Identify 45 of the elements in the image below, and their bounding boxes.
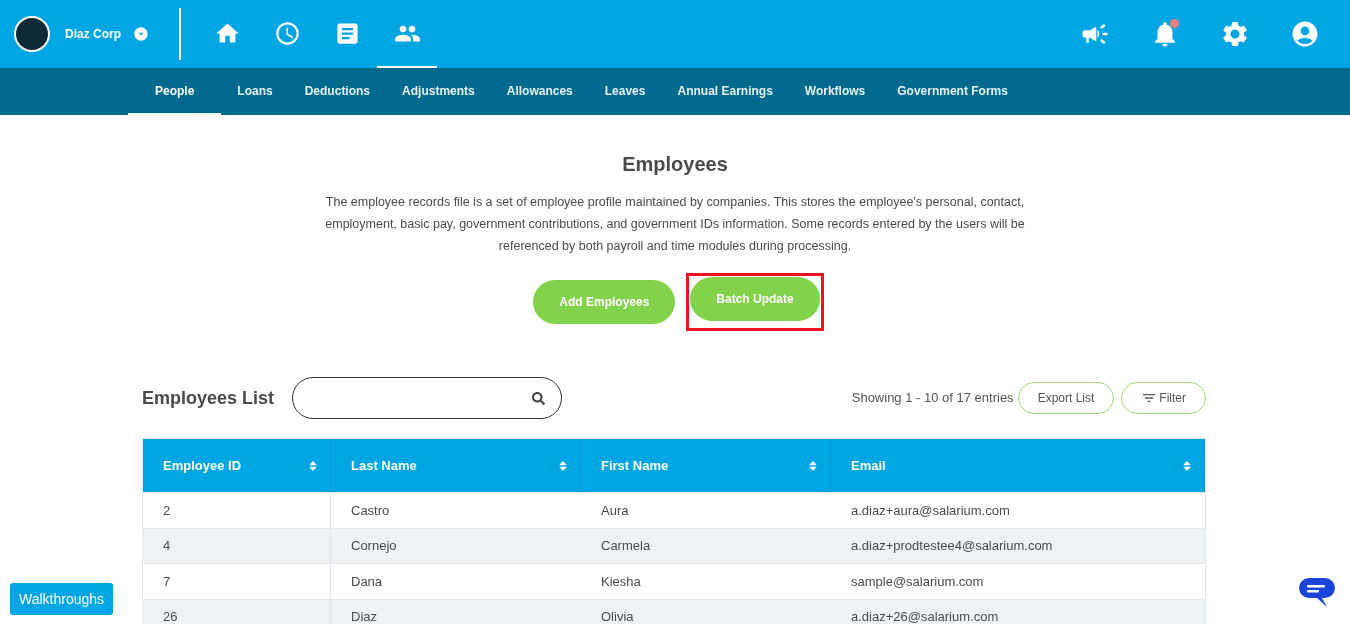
table-cell-text: Dana: [351, 572, 383, 591]
table-cell-text: Kiesha: [601, 572, 641, 591]
page-title: Employees: [622, 152, 728, 177]
sort-icon: [1182, 459, 1192, 472]
nav-tab[interactable]: Allowances: [490, 68, 589, 115]
settings-icon: [1220, 19, 1250, 49]
nav-tab[interactable]: People: [128, 68, 222, 115]
table-cell-text: Cornejo: [351, 537, 397, 555]
sort-icon: [558, 459, 568, 472]
list-title: Employees List: [142, 386, 275, 410]
table-cell-text: 26: [163, 608, 178, 624]
table-cell-text: 7: [163, 572, 171, 591]
table-cell-text: Diaz: [351, 608, 377, 624]
clock-icon: [273, 19, 301, 47]
table-cell-text: 4: [163, 537, 171, 555]
table-cell-text: Castro: [351, 501, 390, 520]
table-cell-text: Carmela: [601, 537, 651, 555]
entries-count: Showing 1 - 10 of 17 entries: [851, 389, 1014, 408]
table-cell-text: a.diaz+prodtestee4@salarium.com: [851, 537, 1053, 555]
page-description: The employee records file is a set of employee profile maintained by companies. This stores the employee's personal, contact, employment, basic pay, government contributions, and government IDs information. Some records entered by the users will be referenced by both payroll and time modules during processing.: [324, 194, 1026, 255]
table-row[interactable]: 7 Dana Kiesha sample@salarium.com: [143, 563, 1205, 599]
table-row[interactable]: 4 Cornejo Carmela a.diaz+prodtestee4@salarium.com: [143, 527, 1205, 563]
dropdown-icon[interactable]: [133, 26, 149, 42]
nav-tab[interactable]: Annual Earnings: [661, 68, 789, 115]
table-cell-text: a.diaz+26@salarium.com: [851, 608, 999, 624]
nav-tab[interactable]: Workflows: [788, 68, 882, 115]
nav-tab[interactable]: Adjustments: [386, 68, 491, 115]
table-cell-text: a.diaz+aura@salarium.com: [851, 501, 1010, 520]
nav-tab[interactable]: Government Forms: [881, 68, 1024, 115]
table-cell-text: Aura: [601, 501, 629, 520]
table-cell-text: 2: [163, 501, 171, 520]
nav-tab[interactable]: Loans: [221, 68, 289, 115]
walkthroughs-button[interactable]: Walkthroughs: [10, 583, 114, 615]
search-icon: [532, 391, 546, 405]
table-row[interactable]: 26 Diaz Olivia a.diaz+26@salarium.com: [143, 598, 1205, 624]
sort-icon: [808, 459, 818, 472]
account-icon: [1290, 19, 1320, 49]
table-cell-text: sample@salarium.com: [851, 572, 984, 591]
nav-tab[interactable]: Leaves: [588, 68, 662, 115]
sort-icon: [308, 459, 318, 472]
table-cell-text: Olivia: [601, 608, 634, 624]
company-name: Diaz Corp: [65, 26, 121, 43]
table-row[interactable]: 2 Castro Aura a.diaz+aura@salarium.com: [143, 492, 1205, 528]
company-logo[interactable]: [14, 16, 50, 52]
nav-tab[interactable]: Deductions: [288, 68, 387, 115]
